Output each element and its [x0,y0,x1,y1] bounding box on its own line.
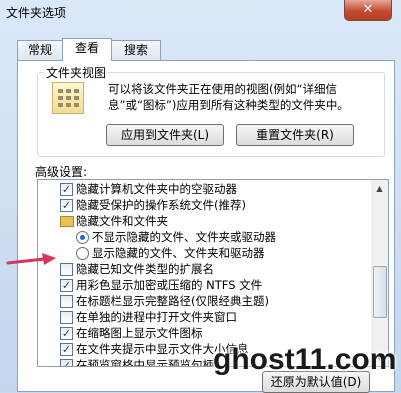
checkbox-unchecked-icon[interactable] [60,263,73,276]
advanced-settings-list: ✓ 隐藏计算机文件夹中的空驱动器 ✓ 隐藏受保护的操作系统文件(推荐) 隐藏文件… [37,179,373,367]
folder-icon [60,216,74,227]
close-button[interactable]: ✕ [344,0,392,21]
checkbox-checked-icon[interactable]: ✓ [60,199,73,212]
folder-views-label: 文件夹视图 [44,64,109,81]
tab-view[interactable]: 查看 [62,38,112,61]
list-scrollbar[interactable]: ▲ ▼ [371,179,389,367]
folder-views-description: 可以将该文件夹正在使用的视图(例如“详细信息”或“图标”)应用到所有这种类型的文… [108,82,349,112]
checkbox-checked-icon[interactable]: ✓ [60,279,73,292]
watermark: ghost11.com [213,343,397,376]
apply-to-folders-button[interactable]: 应用到文件夹(L) [106,124,224,146]
reset-folders-button[interactable]: 重置文件夹(R) [236,124,354,146]
tab-general[interactable]: 常规 [17,40,63,60]
red-arrow-icon [6,253,56,265]
advanced-settings-label: 高级设置: [35,165,88,179]
checkbox-checked-icon[interactable]: ✓ [60,343,73,356]
checkbox-unchecked-icon[interactable] [60,295,73,308]
folder-options-dialog: 文件夹选项 ✕ 常规 查看 搜索 文件夹视图 可以将该文件夹正在使用的视图(例如… [0,0,401,393]
checkbox-unchecked-icon[interactable] [60,311,73,324]
radio-unselected-icon[interactable] [76,247,89,260]
window-title: 文件夹选项 [6,6,67,20]
checkbox-checked-icon[interactable]: ✓ [60,359,73,366]
tab-search[interactable]: 搜索 [111,40,161,60]
checkbox-checked-icon[interactable]: ✓ [60,327,73,340]
folder-view-icon [52,82,84,114]
radio-selected-icon[interactable] [76,231,89,244]
scroll-up-icon[interactable]: ▲ [371,180,388,197]
checkbox-checked-icon[interactable]: ✓ [60,183,73,196]
scroll-thumb[interactable] [373,266,387,318]
